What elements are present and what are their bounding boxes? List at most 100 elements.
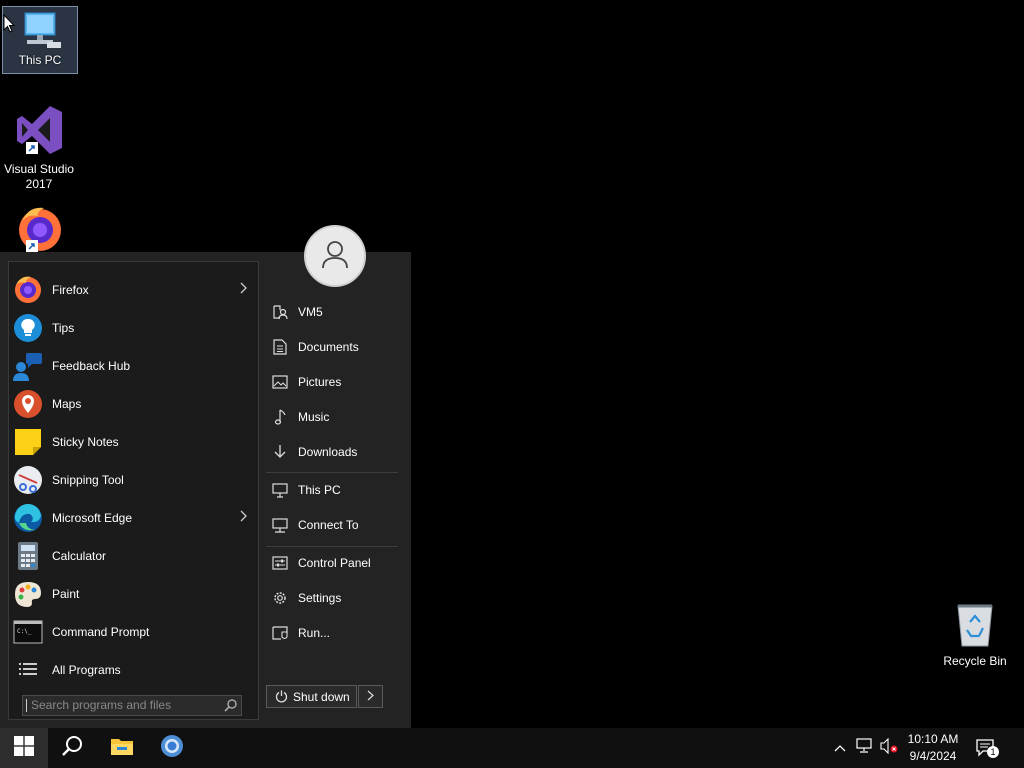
show-hidden-icons-button[interactable] [831, 728, 849, 768]
connect-icon [270, 515, 290, 535]
music-icon [270, 407, 290, 427]
notification-icon: 1 [975, 738, 999, 758]
control-panel-icon [270, 553, 290, 573]
shutdown-label: Shut down [293, 689, 350, 704]
program-label: Sticky Notes [52, 435, 119, 449]
desktop-icon-label: Recycle Bin [943, 654, 1007, 668]
desktop-icon-recycle-bin[interactable]: Recycle Bin [938, 602, 1012, 669]
user-folder-icon [270, 302, 290, 322]
run-icon [270, 623, 290, 643]
place-label: Music [298, 410, 330, 424]
desktop-icon-label: This PC [18, 53, 62, 67]
feedback-hub-icon [12, 350, 44, 382]
search-button[interactable] [48, 728, 96, 768]
place-label: Documents [298, 340, 359, 354]
program-snipping-tool[interactable]: Snipping Tool [9, 461, 258, 499]
place-pictures[interactable]: Pictures [266, 365, 401, 399]
search-input[interactable]: Search programs and files [22, 695, 242, 716]
file-explorer-icon [110, 736, 134, 761]
place-control-panel[interactable]: Control Panel [266, 546, 401, 580]
chrome-button[interactable] [148, 728, 196, 768]
desktop-icon-visual-studio[interactable]: Visual Studio 2017 [2, 104, 76, 192]
network-tray-button[interactable] [854, 728, 876, 768]
place-label: Pictures [298, 375, 342, 389]
start-button[interactable] [0, 728, 48, 768]
chrome-icon [160, 734, 184, 763]
this-pc-icon [17, 11, 63, 53]
snipping-tool-icon [12, 464, 44, 496]
program-firefox[interactable]: Firefox [9, 271, 258, 309]
clock-date: 9/4/2024 [909, 749, 957, 763]
maps-icon [12, 388, 44, 420]
place-run[interactable]: Run... [266, 616, 401, 650]
action-center-button[interactable]: 1 [972, 728, 1000, 768]
calculator-icon [12, 540, 44, 572]
place-label: This PC [298, 483, 341, 497]
place-label: Run... [298, 626, 331, 640]
edge-icon [12, 502, 44, 534]
place-connect-to[interactable]: Connect To [266, 508, 401, 542]
program-label: Snipping Tool [52, 473, 124, 487]
place-this-pc[interactable]: This PC [266, 473, 401, 507]
place-label: Control Panel [298, 556, 371, 570]
sticky-notes-icon [12, 426, 44, 458]
place-label: Settings [298, 591, 342, 605]
program-maps[interactable]: Maps [9, 385, 258, 423]
desktop-icon-firefox[interactable] [2, 204, 76, 252]
program-label: Command Prompt [52, 625, 150, 639]
program-feedback-hub[interactable]: Feedback Hub [9, 347, 258, 385]
download-icon [270, 442, 290, 462]
program-calculator[interactable]: Calculator [9, 537, 258, 575]
chevron-right-icon [367, 688, 374, 706]
firefox-icon [12, 274, 44, 306]
start-menu: Firefox Tips Feedback Hub Maps Sticky No… [0, 252, 411, 728]
search-icon [61, 735, 83, 762]
mouse-cursor-icon [3, 13, 16, 39]
program-sticky-notes[interactable]: Sticky Notes [9, 423, 258, 461]
place-label: VM5 [298, 305, 323, 319]
computer-icon [270, 480, 290, 500]
program-paint[interactable]: Paint [9, 575, 258, 613]
desktop-icon-label: Visual Studio 2017 [4, 162, 74, 191]
program-label: Feedback Hub [52, 359, 131, 373]
file-explorer-button[interactable] [98, 728, 146, 768]
shutdown-button[interactable]: Shut down [266, 685, 357, 708]
document-icon [270, 337, 290, 357]
place-music[interactable]: Music [266, 400, 401, 434]
program-microsoft-edge[interactable]: Microsoft Edge [9, 499, 258, 537]
user-icon [321, 239, 349, 274]
program-label: Microsoft Edge [52, 511, 133, 525]
tips-icon [12, 312, 44, 344]
paint-icon [12, 578, 44, 610]
gear-icon [270, 588, 290, 608]
place-settings[interactable]: Settings [266, 581, 401, 615]
place-vm5[interactable]: VM5 [266, 295, 401, 329]
place-label: Connect To [298, 518, 359, 532]
volume-tray-button[interactable] [878, 728, 900, 768]
place-documents[interactable]: Documents [266, 330, 401, 364]
search-placeholder: Search programs and files [31, 698, 172, 712]
recycle-bin-icon [953, 602, 997, 648]
start-icon [14, 735, 34, 761]
shutdown-options-button[interactable] [358, 685, 383, 708]
firefox-icon [14, 204, 64, 252]
list-icon [12, 654, 44, 686]
picture-icon [270, 372, 290, 392]
search-icon[interactable] [224, 699, 237, 718]
svg-text:C:\_: C:\_ [17, 628, 32, 635]
command-prompt-icon: C:\_ [12, 616, 44, 648]
chevron-right-icon[interactable] [240, 282, 248, 297]
clock[interactable]: 10:10 AM 9/4/2024 [900, 731, 966, 765]
program-tips[interactable]: Tips [9, 309, 258, 347]
program-label: Paint [52, 587, 80, 601]
volume-muted-icon [880, 737, 898, 759]
user-avatar[interactable] [304, 225, 366, 287]
taskbar: 10:10 AM 9/4/2024 1 [0, 728, 1024, 768]
program-label: Firefox [52, 283, 89, 297]
clock-time: 10:10 AM [907, 732, 959, 746]
program-label: All Programs [52, 663, 121, 677]
program-command-prompt[interactable]: C:\_ Command Prompt [9, 613, 258, 651]
chevron-right-icon[interactable] [240, 510, 248, 525]
program-all-programs[interactable]: All Programs [9, 651, 258, 689]
place-downloads[interactable]: Downloads [266, 435, 401, 469]
